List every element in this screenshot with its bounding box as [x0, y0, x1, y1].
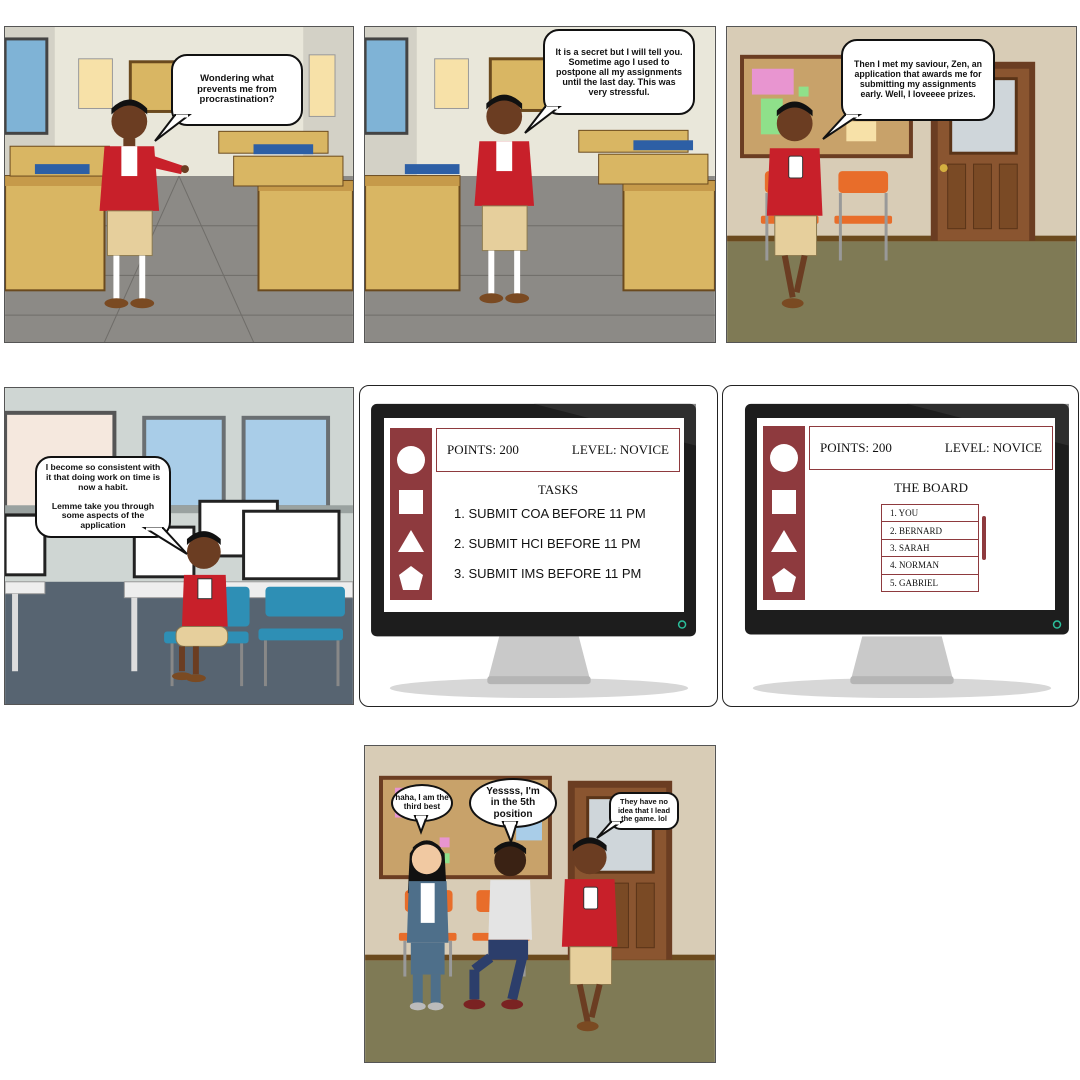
- triangle-icon[interactable]: [397, 528, 425, 554]
- app-screen: POINTS: 200 LEVEL: NOVICE THE BOARD 1. Y…: [757, 418, 1055, 610]
- comic-panel-3: Then I met my saviour, Zen, an applicati…: [726, 26, 1077, 343]
- bubble-tail: [524, 106, 562, 134]
- task-item[interactable]: 1. SUBMIT COA BEFORE 11 PM: [454, 506, 646, 521]
- comic-panel-2: It is a secret but I will tell you. Some…: [364, 26, 716, 343]
- speech-bubble: It is a secret but I will tell you. Some…: [543, 29, 695, 115]
- leaderboard-row[interactable]: 4. NORMAN: [882, 557, 978, 575]
- triangle-icon[interactable]: [770, 528, 798, 554]
- points-label: POINTS: 200: [447, 442, 519, 457]
- leaderboard-row[interactable]: 5. GABRIEL: [882, 575, 978, 592]
- speech-bubble: Yessss, I'm in the 5th position: [469, 778, 557, 828]
- leaderboard-row[interactable]: 1. YOU: [882, 505, 978, 523]
- speech-bubble: Then I met my saviour, Zen, an applicati…: [841, 39, 995, 121]
- bubble-tail: [596, 821, 625, 839]
- pentagon-icon[interactable]: [770, 566, 798, 594]
- bubble-tail: [154, 114, 192, 142]
- tasks-title: TASKS: [537, 482, 579, 497]
- level-label: LEVEL: NOVICE: [944, 440, 1042, 455]
- bubble-tail: [822, 114, 863, 140]
- level-label: LEVEL: NOVICE: [571, 442, 669, 457]
- bubble-tail: [141, 527, 188, 555]
- points-label: POINTS: 200: [820, 440, 892, 455]
- circle-icon[interactable]: [397, 446, 425, 474]
- task-item[interactable]: 2. SUBMIT HCI BEFORE 11 PM: [454, 536, 641, 551]
- pentagon-icon[interactable]: [397, 564, 425, 592]
- leaderboard-row[interactable]: 3. SARAH: [882, 540, 978, 558]
- comic-panel-1: Wondering what prevents me from procrast…: [4, 26, 354, 343]
- bubble-tail: [413, 815, 429, 835]
- circle-icon[interactable]: [770, 444, 798, 472]
- speech-bubble: I become so consistent with it that doin…: [35, 456, 171, 538]
- leaderboard: 1. YOU 2. BERNARD 3. SARAH 4. NORMAN 5. …: [881, 504, 979, 592]
- leaderboard-scrollbar[interactable]: [982, 516, 986, 560]
- leaderboard-row[interactable]: 2. BERNARD: [882, 522, 978, 540]
- comic-panel-6: POINTS: 200 LEVEL: NOVICE THE BOARD 1. Y…: [722, 385, 1079, 707]
- task-item[interactable]: 3. SUBMIT IMS BEFORE 11 PM: [454, 566, 641, 581]
- comic-panel-7: haha, I am the third best Yessss, I'm in…: [364, 745, 716, 1063]
- comic-panel-4: I become so consistent with it that doin…: [4, 387, 354, 705]
- board-title: THE BOARD: [893, 480, 969, 495]
- comic-panel-5: POINTS: 200 LEVEL: NOVICE TASKS 1. SUBMI…: [359, 385, 718, 707]
- status-header: POINTS: 200 LEVEL: NOVICE: [809, 426, 1053, 470]
- app-screen: POINTS: 200 LEVEL: NOVICE TASKS 1. SUBMI…: [384, 418, 684, 612]
- bubble-tail: [501, 821, 519, 846]
- status-header: POINTS: 200 LEVEL: NOVICE: [436, 428, 680, 472]
- square-icon[interactable]: [772, 490, 796, 514]
- square-icon[interactable]: [399, 490, 423, 514]
